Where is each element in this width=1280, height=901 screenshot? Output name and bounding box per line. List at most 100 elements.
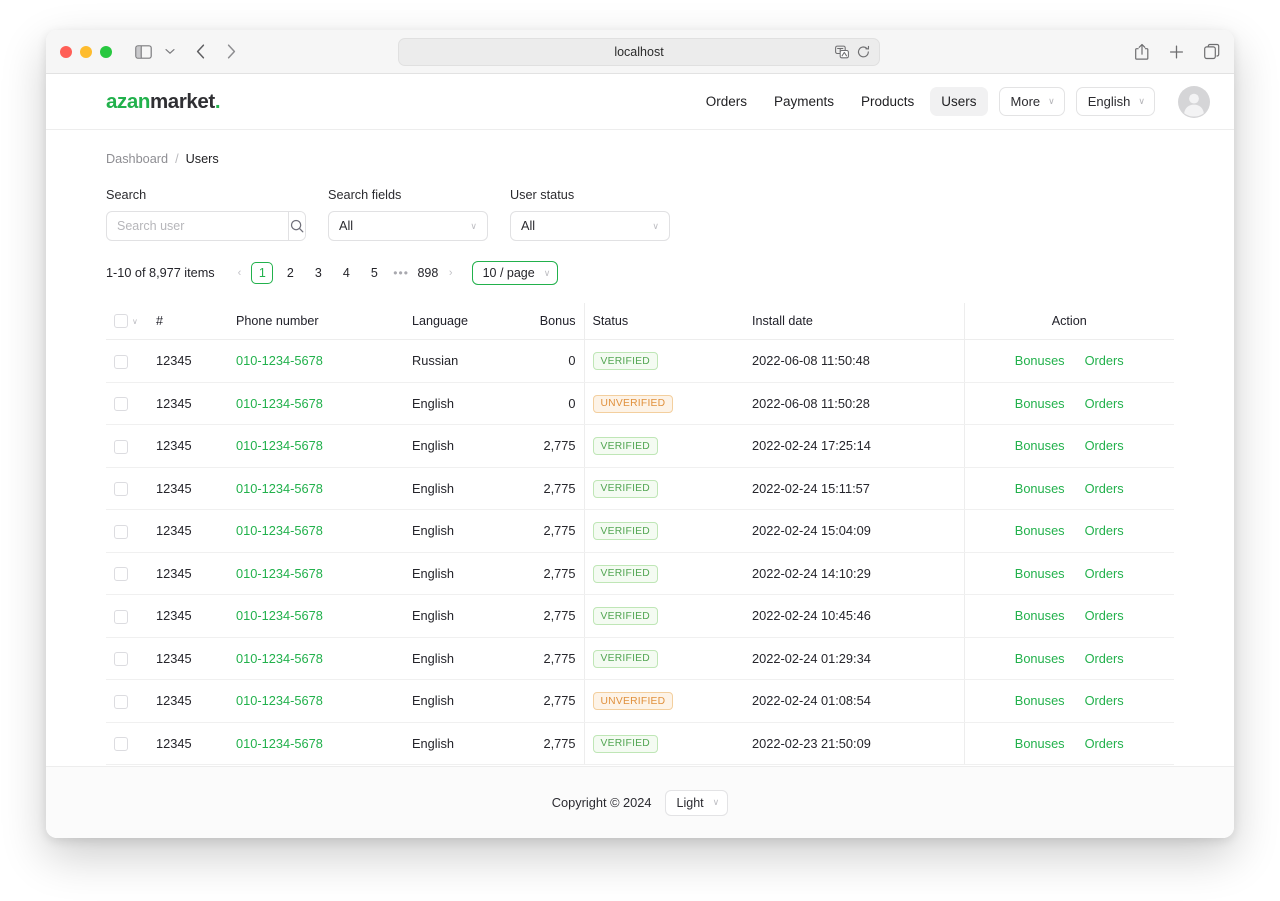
bonuses-link[interactable]: Bonuses [1015, 651, 1065, 666]
share-icon[interactable] [1135, 43, 1149, 60]
column-header-install-date[interactable]: Install date [744, 303, 964, 340]
page-size-select[interactable]: 10 / page ∨ [472, 261, 559, 285]
orders-link[interactable]: Orders [1085, 353, 1124, 368]
column-header-bonus[interactable]: Bonus [510, 303, 584, 340]
nav-item-payments[interactable]: Payments [763, 87, 845, 116]
bonuses-link[interactable]: Bonuses [1015, 481, 1065, 496]
maximize-window-button[interactable] [100, 46, 112, 58]
cell-phone-link[interactable]: 010-1234-5678 [236, 353, 323, 368]
row-checkbox[interactable] [114, 610, 128, 624]
nav-item-users[interactable]: Users [930, 87, 987, 116]
orders-link[interactable]: Orders [1085, 481, 1124, 496]
status-badge: VERIFIED [593, 480, 659, 498]
column-header-phone[interactable]: Phone number [228, 303, 404, 340]
cell-phone-link[interactable]: 010-1234-5678 [236, 693, 323, 708]
pagination-page-3[interactable]: 3 [307, 262, 329, 284]
pagination-ellipsis[interactable]: ••• [393, 266, 409, 280]
row-checkbox[interactable] [114, 440, 128, 454]
pagination-page-4[interactable]: 4 [335, 262, 357, 284]
pagination-page-1[interactable]: 1 [251, 262, 273, 284]
column-header-language[interactable]: Language [404, 303, 510, 340]
cell-language: English [404, 552, 510, 595]
window-traffic-lights [60, 46, 112, 58]
plus-icon[interactable] [1169, 44, 1184, 59]
bonuses-link[interactable]: Bonuses [1015, 608, 1065, 623]
chevron-down-icon[interactable]: ∨ [132, 317, 138, 326]
row-checkbox[interactable] [114, 397, 128, 411]
nav-item-products[interactable]: Products [850, 87, 925, 116]
address-bar[interactable]: localhost [398, 38, 880, 66]
reload-icon[interactable] [857, 46, 870, 59]
back-arrow-icon[interactable] [196, 44, 205, 59]
orders-link[interactable]: Orders [1085, 396, 1124, 411]
row-checkbox[interactable] [114, 525, 128, 539]
orders-link[interactable]: Orders [1085, 693, 1124, 708]
user-status-select[interactable]: All ∨ [510, 211, 670, 241]
cell-language: English [404, 595, 510, 638]
cell-id: 12345 [148, 340, 228, 383]
row-select-cell [106, 382, 148, 425]
row-checkbox[interactable] [114, 695, 128, 709]
chevron-down-icon[interactable] [165, 48, 175, 55]
search-input[interactable] [107, 212, 288, 240]
row-select-cell [106, 595, 148, 638]
cell-phone-link[interactable]: 010-1234-5678 [236, 608, 323, 623]
column-header-id[interactable]: # [148, 303, 228, 340]
cell-phone-link[interactable]: 010-1234-5678 [236, 736, 323, 751]
row-checkbox[interactable] [114, 652, 128, 666]
row-checkbox[interactable] [114, 355, 128, 369]
search-button[interactable] [288, 212, 305, 240]
cell-phone-link[interactable]: 010-1234-5678 [236, 523, 323, 538]
breadcrumb-dashboard[interactable]: Dashboard [106, 152, 168, 166]
translate-icon[interactable] [835, 46, 850, 59]
language-select[interactable]: English ∨ [1076, 87, 1155, 116]
orders-link[interactable]: Orders [1085, 736, 1124, 751]
pagination-last-page[interactable]: 898 [417, 262, 439, 284]
orders-link[interactable]: Orders [1085, 651, 1124, 666]
cell-phone-link[interactable]: 010-1234-5678 [236, 651, 323, 666]
bonuses-link[interactable]: Bonuses [1015, 736, 1065, 751]
filter-user-status: User status All ∨ [510, 188, 670, 241]
row-checkbox[interactable] [114, 567, 128, 581]
status-badge: VERIFIED [593, 650, 659, 668]
more-menu-button[interactable]: More ∨ [999, 87, 1065, 116]
nav-item-orders[interactable]: Orders [695, 87, 758, 116]
bonuses-link[interactable]: Bonuses [1015, 438, 1065, 453]
bonuses-link[interactable]: Bonuses [1015, 396, 1065, 411]
pagination-page-2[interactable]: 2 [279, 262, 301, 284]
pagination-next-button[interactable]: › [442, 267, 460, 279]
row-checkbox[interactable] [114, 482, 128, 496]
pagination-page-5[interactable]: 5 [363, 262, 385, 284]
cell-phone-link[interactable]: 010-1234-5678 [236, 481, 323, 496]
minimize-window-button[interactable] [80, 46, 92, 58]
chevron-down-icon: ∨ [544, 268, 551, 279]
cell-phone-link[interactable]: 010-1234-5678 [236, 396, 323, 411]
chevron-down-icon: ∨ [1048, 96, 1055, 107]
search-label: Search [106, 188, 306, 202]
pagination-prev-button[interactable]: ‹ [231, 267, 249, 279]
app-logo[interactable]: azanmarket. [106, 90, 220, 114]
row-checkbox[interactable] [114, 737, 128, 751]
bonuses-link[interactable]: Bonuses [1015, 566, 1065, 581]
cell-language: English [404, 467, 510, 510]
column-header-status[interactable]: Status [584, 303, 744, 340]
browser-window: localhost [46, 30, 1234, 838]
orders-link[interactable]: Orders [1085, 566, 1124, 581]
sidebar-icon[interactable] [135, 45, 152, 59]
bonuses-link[interactable]: Bonuses [1015, 353, 1065, 368]
chevron-down-icon: ∨ [470, 221, 477, 232]
theme-select[interactable]: Light ∨ [665, 790, 729, 816]
close-window-button[interactable] [60, 46, 72, 58]
orders-link[interactable]: Orders [1085, 608, 1124, 623]
forward-arrow-icon[interactable] [227, 44, 236, 59]
search-fields-select[interactable]: All ∨ [328, 211, 488, 241]
select-all-checkbox[interactable] [114, 314, 128, 328]
bonuses-link[interactable]: Bonuses [1015, 693, 1065, 708]
cell-phone-link[interactable]: 010-1234-5678 [236, 566, 323, 581]
orders-link[interactable]: Orders [1085, 438, 1124, 453]
avatar[interactable] [1178, 86, 1210, 118]
cell-phone-link[interactable]: 010-1234-5678 [236, 438, 323, 453]
orders-link[interactable]: Orders [1085, 523, 1124, 538]
tabs-icon[interactable] [1204, 44, 1220, 60]
bonuses-link[interactable]: Bonuses [1015, 523, 1065, 538]
